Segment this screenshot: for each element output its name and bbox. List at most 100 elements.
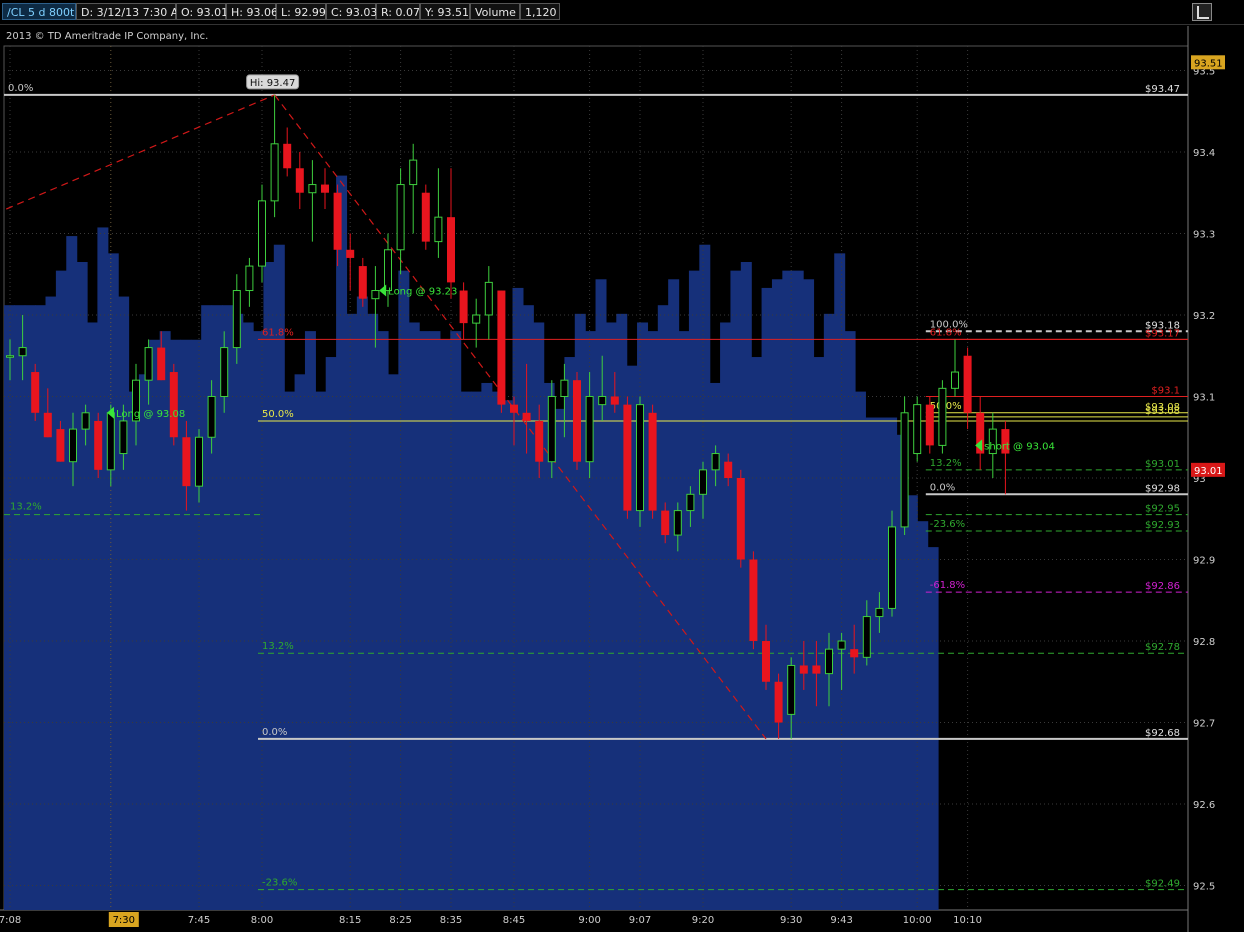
candle-body <box>6 355 14 358</box>
fib-level-label: 50.0% <box>262 409 294 420</box>
time-axis-label: 7:08 <box>0 915 21 926</box>
volume-bar <box>688 270 700 910</box>
time-axis-label: 7:45 <box>188 915 210 926</box>
volume-bar <box>232 313 244 911</box>
candle-body <box>434 216 443 243</box>
fib-level-label: 0.0% <box>262 727 287 738</box>
candle-body <box>81 412 90 430</box>
volume-bar <box>917 521 929 910</box>
volume-bar <box>294 374 306 910</box>
volume-bar <box>730 270 742 910</box>
time-axis-label: 9:43 <box>830 915 852 926</box>
volume-bar <box>886 417 898 910</box>
volume-bar <box>792 270 804 910</box>
candle-body <box>207 395 216 438</box>
candle-body <box>938 387 947 446</box>
fib-price-label: $93.47 <box>1145 84 1180 95</box>
volume-bar <box>242 322 254 911</box>
candle-body <box>447 217 455 283</box>
price-axis-label: 93.2 <box>1193 311 1215 322</box>
fib-level-label: 13.2% <box>930 458 962 469</box>
candle-body <box>547 395 556 463</box>
candle-body <box>283 143 292 169</box>
candle-body <box>825 648 833 675</box>
volume-bar <box>491 391 503 911</box>
candle-body <box>43 412 52 438</box>
candle-body <box>245 265 254 292</box>
candle-body <box>648 412 657 511</box>
candle-body <box>421 192 430 242</box>
price-axis-label: 93.1 <box>1193 392 1215 403</box>
candle-body <box>459 290 468 324</box>
fib-price-label: $92.98 <box>1145 483 1180 494</box>
candle-body <box>862 616 871 658</box>
volume-bar <box>803 279 815 910</box>
candle-body <box>560 379 569 397</box>
candle-body <box>875 607 884 618</box>
time-axis-label: 9:07 <box>629 915 651 926</box>
volume-bar <box>761 287 773 910</box>
price-tag-label: 93.51 <box>1194 58 1223 69</box>
candle-body <box>585 395 594 463</box>
candle-body <box>220 347 229 397</box>
candle-body <box>232 290 241 349</box>
candle-body <box>18 347 27 357</box>
volume-bar <box>263 262 275 910</box>
candle-body <box>321 184 329 193</box>
volume-bar <box>201 305 213 910</box>
volume-bar <box>668 279 680 910</box>
trade-label: Long @ 93.08 <box>116 409 185 420</box>
candle-body <box>636 404 644 512</box>
fib-price-label: $92.49 <box>1145 879 1180 890</box>
candle-body <box>484 281 493 316</box>
volume-bar <box>471 391 482 911</box>
candle-body <box>837 640 846 650</box>
volume-bar <box>595 279 607 910</box>
fib-price-label: $92.68 <box>1145 728 1180 739</box>
candle-body <box>673 510 682 536</box>
candle-body <box>69 428 77 463</box>
volume-bar <box>118 296 130 910</box>
candle-body <box>535 420 544 462</box>
volume-bar <box>367 313 379 911</box>
candle-body <box>686 493 695 512</box>
fib-price-label: $92.95 <box>1145 504 1180 515</box>
volume-bar <box>522 305 534 910</box>
volume-bar <box>14 305 26 910</box>
trade-label: short @ 93.04 <box>984 441 1055 452</box>
volume-bar <box>927 547 939 910</box>
candle-body <box>573 380 581 462</box>
candle-body <box>799 665 808 674</box>
candle-body <box>951 371 959 389</box>
candle-body <box>270 143 279 202</box>
candle-body <box>610 396 619 405</box>
candlestick-chart[interactable]: 0.0% $93.47 61.8% 50.0% 13.2% $92.78 0.0% $92.6… <box>0 0 1244 932</box>
candle-body <box>510 404 518 413</box>
candle-body <box>358 266 367 299</box>
volume-bar <box>844 331 856 910</box>
volume-bar <box>76 262 88 910</box>
fib-level-label: 13.2% <box>262 641 294 652</box>
time-axis-label: 8:00 <box>251 915 273 926</box>
price-tag-label: 93.01 <box>1194 466 1223 477</box>
candle-body <box>497 290 506 405</box>
volume-bar <box>875 417 887 910</box>
time-axis-label: 10:10 <box>953 915 982 926</box>
volume-bar <box>273 244 285 911</box>
trade-label: Long @ 93.23 <box>388 287 457 298</box>
candle-body <box>623 404 632 511</box>
candle-body <box>371 290 380 300</box>
time-axis-label: 10:00 <box>903 915 932 926</box>
candle-body <box>711 453 720 471</box>
volume-bar <box>190 339 202 910</box>
fib-price-label: $92.86 <box>1145 581 1180 592</box>
candle-body <box>762 641 770 682</box>
time-axis-label: 8:35 <box>440 915 462 926</box>
candle-body <box>94 420 103 470</box>
fib-level-label: -61.8% <box>930 580 965 591</box>
fib-price-label: $92.93 <box>1145 520 1180 531</box>
volume-bar <box>304 331 316 910</box>
candle-body <box>295 168 304 193</box>
volume-bar <box>460 391 472 911</box>
fib-price-label: $93.1 <box>1151 385 1180 396</box>
